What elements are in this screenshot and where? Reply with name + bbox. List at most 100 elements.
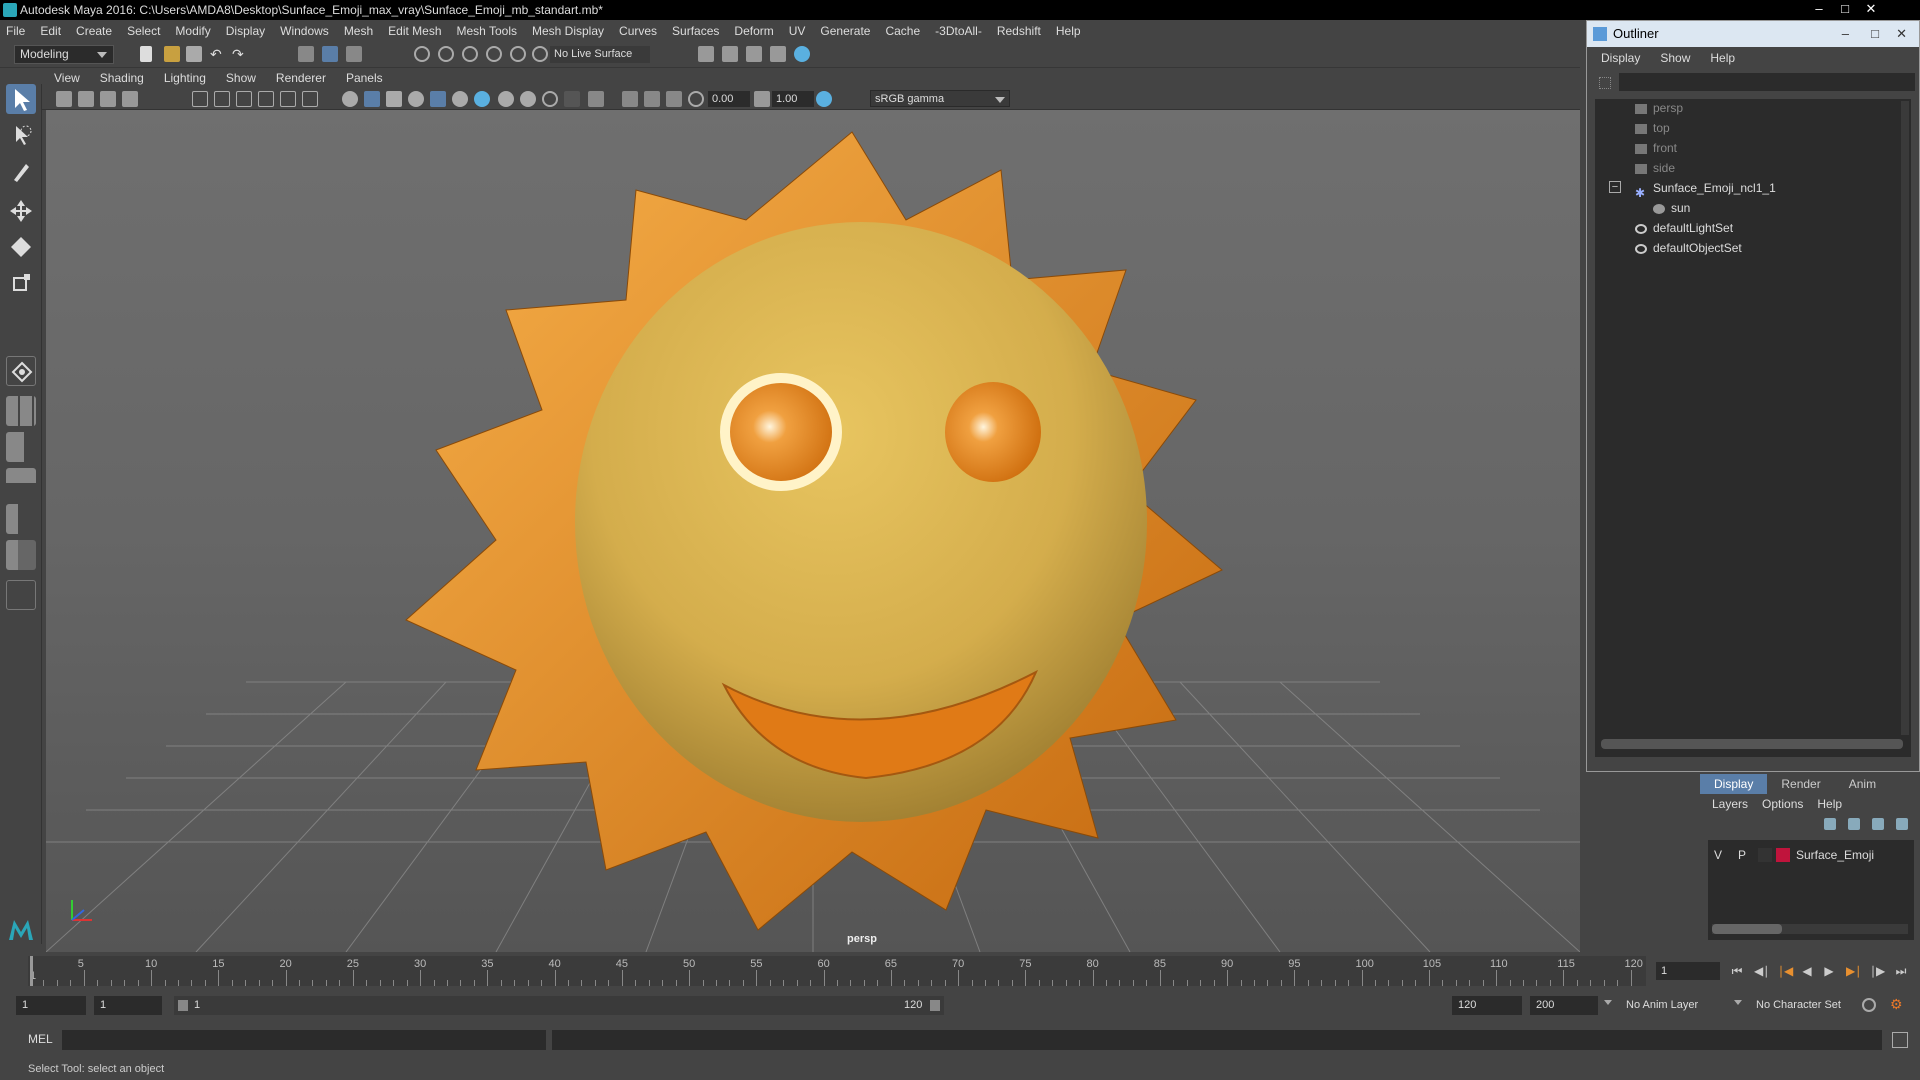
- grid-icon[interactable]: [192, 91, 208, 107]
- move-layer-up-icon[interactable]: [1824, 818, 1836, 830]
- menu-generate[interactable]: Generate: [820, 24, 870, 38]
- menu-uv[interactable]: UV: [789, 24, 806, 38]
- outliner-menu-help[interactable]: Help: [1710, 51, 1735, 65]
- command-input[interactable]: [62, 1030, 546, 1050]
- step-back-frame-icon[interactable]: ◀∣: [1754, 964, 1769, 978]
- move-layer-down-icon[interactable]: [1848, 818, 1860, 830]
- select-camera-icon[interactable]: [56, 91, 72, 107]
- outliner-close-icon[interactable]: ✕: [1896, 21, 1907, 47]
- exposure-icon[interactable]: [688, 91, 704, 107]
- layer-menu-help[interactable]: Help: [1817, 797, 1842, 811]
- menu-set-dropdown[interactable]: Modeling: [14, 45, 114, 64]
- outliner-search-input[interactable]: [1619, 73, 1915, 91]
- layer-color-swatch[interactable]: [1776, 848, 1790, 862]
- menu-create[interactable]: Create: [76, 24, 112, 38]
- menu-windows[interactable]: Windows: [280, 24, 329, 38]
- command-language-label[interactable]: MEL: [28, 1032, 53, 1046]
- menu-display[interactable]: Display: [226, 24, 265, 38]
- snap-surface-icon[interactable]: [510, 46, 526, 62]
- textured-icon[interactable]: [386, 91, 402, 107]
- layout-four-view-icon[interactable]: [6, 396, 36, 426]
- chevron-down-icon[interactable]: [1604, 1000, 1612, 1009]
- play-forwards-icon[interactable]: ▶: [1822, 964, 1836, 978]
- snap-grid-icon[interactable]: [414, 46, 430, 62]
- vp-menu-view[interactable]: View: [54, 71, 80, 85]
- select-tool-icon[interactable]: [6, 84, 36, 114]
- playback-start-field[interactable]: 1: [94, 996, 162, 1015]
- tab-render[interactable]: Render: [1767, 774, 1834, 794]
- layer-row[interactable]: V P Surface_Emoji: [1708, 846, 1914, 864]
- step-back-key-icon[interactable]: ∣◀: [1778, 964, 1793, 978]
- rotate-tool-icon[interactable]: [6, 232, 36, 262]
- scale-tool-icon[interactable]: [6, 268, 36, 298]
- menu-edit-mesh[interactable]: Edit Mesh: [388, 24, 441, 38]
- render-settings-icon[interactable]: [770, 46, 786, 62]
- use-lights-icon[interactable]: [408, 91, 424, 107]
- layer-name[interactable]: Surface_Emoji: [1796, 846, 1874, 864]
- animation-prefs-icon[interactable]: ⚙: [1890, 996, 1903, 1013]
- perspective-viewport[interactable]: persp: [46, 110, 1580, 952]
- outliner-item-persp[interactable]: persp: [1635, 99, 1683, 117]
- render-view-icon[interactable]: [698, 46, 714, 62]
- range-end-handle[interactable]: [930, 1000, 940, 1011]
- close-icon[interactable]: ✕: [1858, 0, 1884, 18]
- layout-two-view-icon[interactable]: [6, 432, 36, 462]
- layout-graph-editor-icon[interactable]: [6, 540, 36, 570]
- menu-file[interactable]: File: [6, 24, 25, 38]
- outliner-menu-show[interactable]: Show: [1660, 51, 1690, 65]
- safe-action-icon[interactable]: [302, 91, 318, 107]
- tab-anim[interactable]: Anim: [1835, 774, 1890, 794]
- menu-cache[interactable]: Cache: [885, 24, 920, 38]
- layout-stacked-view-icon[interactable]: [6, 468, 36, 498]
- paint-select-icon[interactable]: [6, 156, 36, 186]
- play-backwards-icon[interactable]: ◀: [1800, 964, 1814, 978]
- menu-help[interactable]: Help: [1056, 24, 1081, 38]
- bookmark-icon[interactable]: [100, 91, 116, 107]
- isolate-select-icon[interactable]: [542, 91, 558, 107]
- tab-display[interactable]: Display: [1700, 774, 1768, 794]
- image-plane-icon[interactable]: [122, 91, 138, 107]
- menu-select[interactable]: Select: [127, 24, 160, 38]
- menu-surfaces[interactable]: Surfaces: [672, 24, 719, 38]
- render-current-icon[interactable]: [722, 46, 738, 62]
- outliner-item-light-set[interactable]: defaultLightSet: [1635, 219, 1733, 237]
- filter-icon[interactable]: [1599, 77, 1611, 89]
- undo-icon[interactable]: ↶: [210, 46, 226, 62]
- start-time-field[interactable]: 1: [16, 996, 86, 1015]
- new-layer-icon[interactable]: [1872, 818, 1884, 830]
- lasso-tool-icon[interactable]: [6, 120, 36, 150]
- xray-components-icon[interactable]: [622, 91, 638, 107]
- vp-menu-show[interactable]: Show: [226, 71, 256, 85]
- step-forward-frame-icon[interactable]: ∣▶: [1870, 964, 1885, 978]
- resolution-gate-icon[interactable]: [236, 91, 252, 107]
- collapse-icon[interactable]: −: [1609, 181, 1621, 193]
- end-time-field[interactable]: 200: [1530, 996, 1598, 1015]
- layout-icon[interactable]: [666, 91, 682, 107]
- menu-3dtoall[interactable]: -3DtoAll-: [935, 24, 982, 38]
- menu-deform[interactable]: Deform: [734, 24, 773, 38]
- menu-curves[interactable]: Curves: [619, 24, 657, 38]
- snap-view-icon[interactable]: [486, 46, 502, 62]
- last-tool-icon[interactable]: [6, 356, 36, 386]
- layer-display-type[interactable]: [1758, 848, 1772, 862]
- hypershade-icon[interactable]: [794, 46, 810, 62]
- auto-key-icon[interactable]: [1862, 998, 1876, 1012]
- ambient-occlusion-icon[interactable]: [452, 91, 468, 107]
- vp-menu-lighting[interactable]: Lighting: [164, 71, 206, 85]
- redo-icon[interactable]: ↷: [232, 46, 248, 62]
- go-to-end-icon[interactable]: ⏭: [1894, 964, 1908, 978]
- exposure-field[interactable]: 0.00: [708, 91, 750, 107]
- outliner-item-group[interactable]: ✱ Sunface_Emoji_ncl1_1: [1635, 179, 1776, 200]
- chevron-down-icon[interactable]: [1734, 1000, 1742, 1009]
- outliner-menu-display[interactable]: Display: [1601, 51, 1640, 65]
- motion-blur-icon[interactable]: [474, 91, 490, 107]
- camera-attributes-icon[interactable]: [78, 91, 94, 107]
- time-ruler[interactable]: 1 5 10 15 20 25 30 35 40 45 50 55 60 65 70 75 80 85 90 95 10…: [28, 956, 1646, 986]
- layer-menu-options[interactable]: Options: [1762, 797, 1803, 811]
- range-bar[interactable]: 1 120: [174, 996, 944, 1015]
- save-scene-icon[interactable]: [186, 46, 202, 62]
- vp-menu-shading[interactable]: Shading: [100, 71, 144, 85]
- select-object-icon[interactable]: [322, 46, 338, 62]
- smooth-shade-icon[interactable]: [364, 91, 380, 107]
- outliner-item-sun[interactable]: sun: [1653, 199, 1690, 217]
